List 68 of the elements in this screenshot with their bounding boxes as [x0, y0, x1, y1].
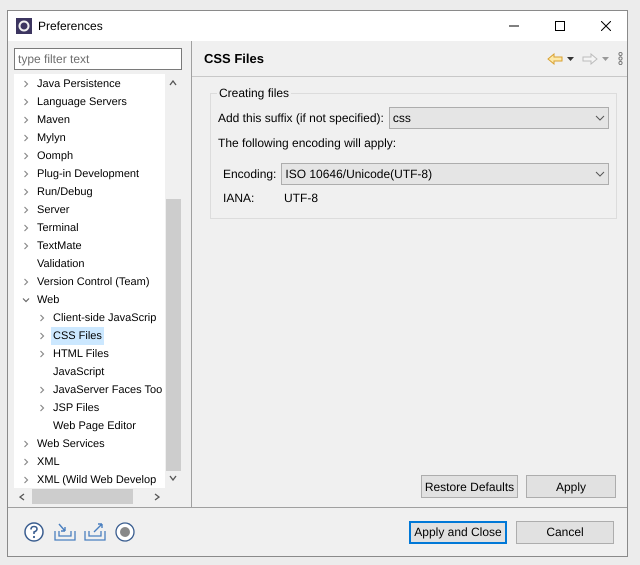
- tree-item[interactable]: Plug-in Development: [35, 165, 142, 183]
- chevron-right-icon[interactable]: [22, 98, 30, 106]
- chevron-right-icon[interactable]: [22, 170, 30, 178]
- chevron-right-icon[interactable]: [22, 476, 30, 484]
- tree-item[interactable]: Oomph: [35, 147, 76, 165]
- tree-item[interactable]: XML (Wild Web Develop: [35, 471, 158, 489]
- tree-item[interactable]: Version Control (Team): [35, 273, 152, 291]
- export-icon[interactable]: [84, 523, 106, 541]
- filter-field[interactable]: type filter text: [14, 48, 182, 70]
- button[interactable]: Cancel: [516, 520, 614, 544]
- chevron-right-icon[interactable]: [38, 350, 46, 358]
- import-icon[interactable]: [54, 523, 76, 541]
- tree-item[interactable]: JavaScript: [51, 363, 106, 381]
- tree-item[interactable]: Terminal: [35, 219, 81, 237]
- chevron-right-icon[interactable]: [22, 458, 30, 466]
- chevron-right-icon[interactable]: [22, 224, 30, 232]
- tree-item[interactable]: XML: [35, 453, 62, 471]
- tree-item[interactable]: Validation: [35, 255, 86, 273]
- dropdown[interactable]: ISO 10646/Unicode(UTF-8): [281, 163, 609, 185]
- tree-item[interactable]: HTML Files: [51, 345, 111, 363]
- maximize-icon[interactable]: [555, 21, 565, 31]
- chevron-right-icon[interactable]: [22, 242, 30, 250]
- tree-item[interactable]: JavaServer Faces Too: [51, 381, 164, 399]
- close-icon[interactable]: [601, 21, 611, 31]
- record-icon[interactable]: [115, 522, 135, 542]
- chevron-right-icon[interactable]: [22, 116, 30, 124]
- tree-item[interactable]: Server: [35, 201, 72, 219]
- chevron-down-icon: [595, 171, 605, 177]
- suffix-label: Add this suffix (if not specified):: [218, 110, 384, 127]
- button[interactable]: Apply and Close: [409, 520, 507, 544]
- encoding-note: The following encoding will apply:: [218, 135, 398, 152]
- page-title: CSS Files: [204, 50, 264, 68]
- tree-item[interactable]: JSP Files: [51, 399, 102, 417]
- window-title: Preferences: [38, 18, 103, 35]
- caret-icon[interactable]: [567, 56, 574, 60]
- iana-label: IANA:: [223, 190, 256, 207]
- more-icon[interactable]: [618, 52, 623, 65]
- iana-value: UTF-8: [284, 190, 318, 207]
- tree-item[interactable]: Maven: [35, 111, 72, 129]
- chevron-right-icon[interactable]: [22, 134, 30, 142]
- chevron-right-icon[interactable]: [22, 188, 30, 196]
- chevron-right-icon[interactable]: [22, 440, 30, 448]
- chevron-right-icon[interactable]: [38, 386, 46, 394]
- chevron-right-icon[interactable]: [38, 314, 46, 322]
- tree-item[interactable]: Java Persistence: [35, 75, 123, 93]
- group-title: Creating files: [217, 85, 292, 101]
- tree-item[interactable]: TextMate: [35, 237, 84, 255]
- tree-item[interactable]: Web Services: [35, 435, 107, 453]
- tree-item[interactable]: Web Page Editor: [51, 417, 138, 435]
- tree-item[interactable]: Run/Debug: [35, 183, 95, 201]
- chevron-right-icon[interactable]: [22, 80, 30, 88]
- chevron-down-icon[interactable]: [22, 296, 30, 304]
- chevron-right-icon[interactable]: [22, 206, 30, 214]
- button[interactable]: Restore Defaults: [421, 475, 518, 498]
- chevron-right-icon[interactable]: [38, 332, 46, 340]
- dropdown[interactable]: css: [388, 107, 609, 129]
- chevron-right-icon[interactable]: [22, 278, 30, 286]
- tree-item[interactable]: Language Servers: [35, 93, 129, 111]
- chevron-down-icon: [595, 115, 605, 121]
- encoding-label: Encoding:: [223, 166, 276, 183]
- tree-item[interactable]: Client-side JavaScrip: [51, 309, 158, 327]
- chevron-right-icon[interactable]: [22, 152, 30, 160]
- tree-item[interactable]: Web: [35, 291, 62, 309]
- tree-item[interactable]: Mylyn: [35, 129, 68, 147]
- tree-item[interactable]: CSS Files: [51, 327, 104, 345]
- chevron-right-icon[interactable]: [38, 404, 46, 412]
- button[interactable]: Apply: [526, 475, 616, 498]
- help-icon[interactable]: [24, 522, 44, 542]
